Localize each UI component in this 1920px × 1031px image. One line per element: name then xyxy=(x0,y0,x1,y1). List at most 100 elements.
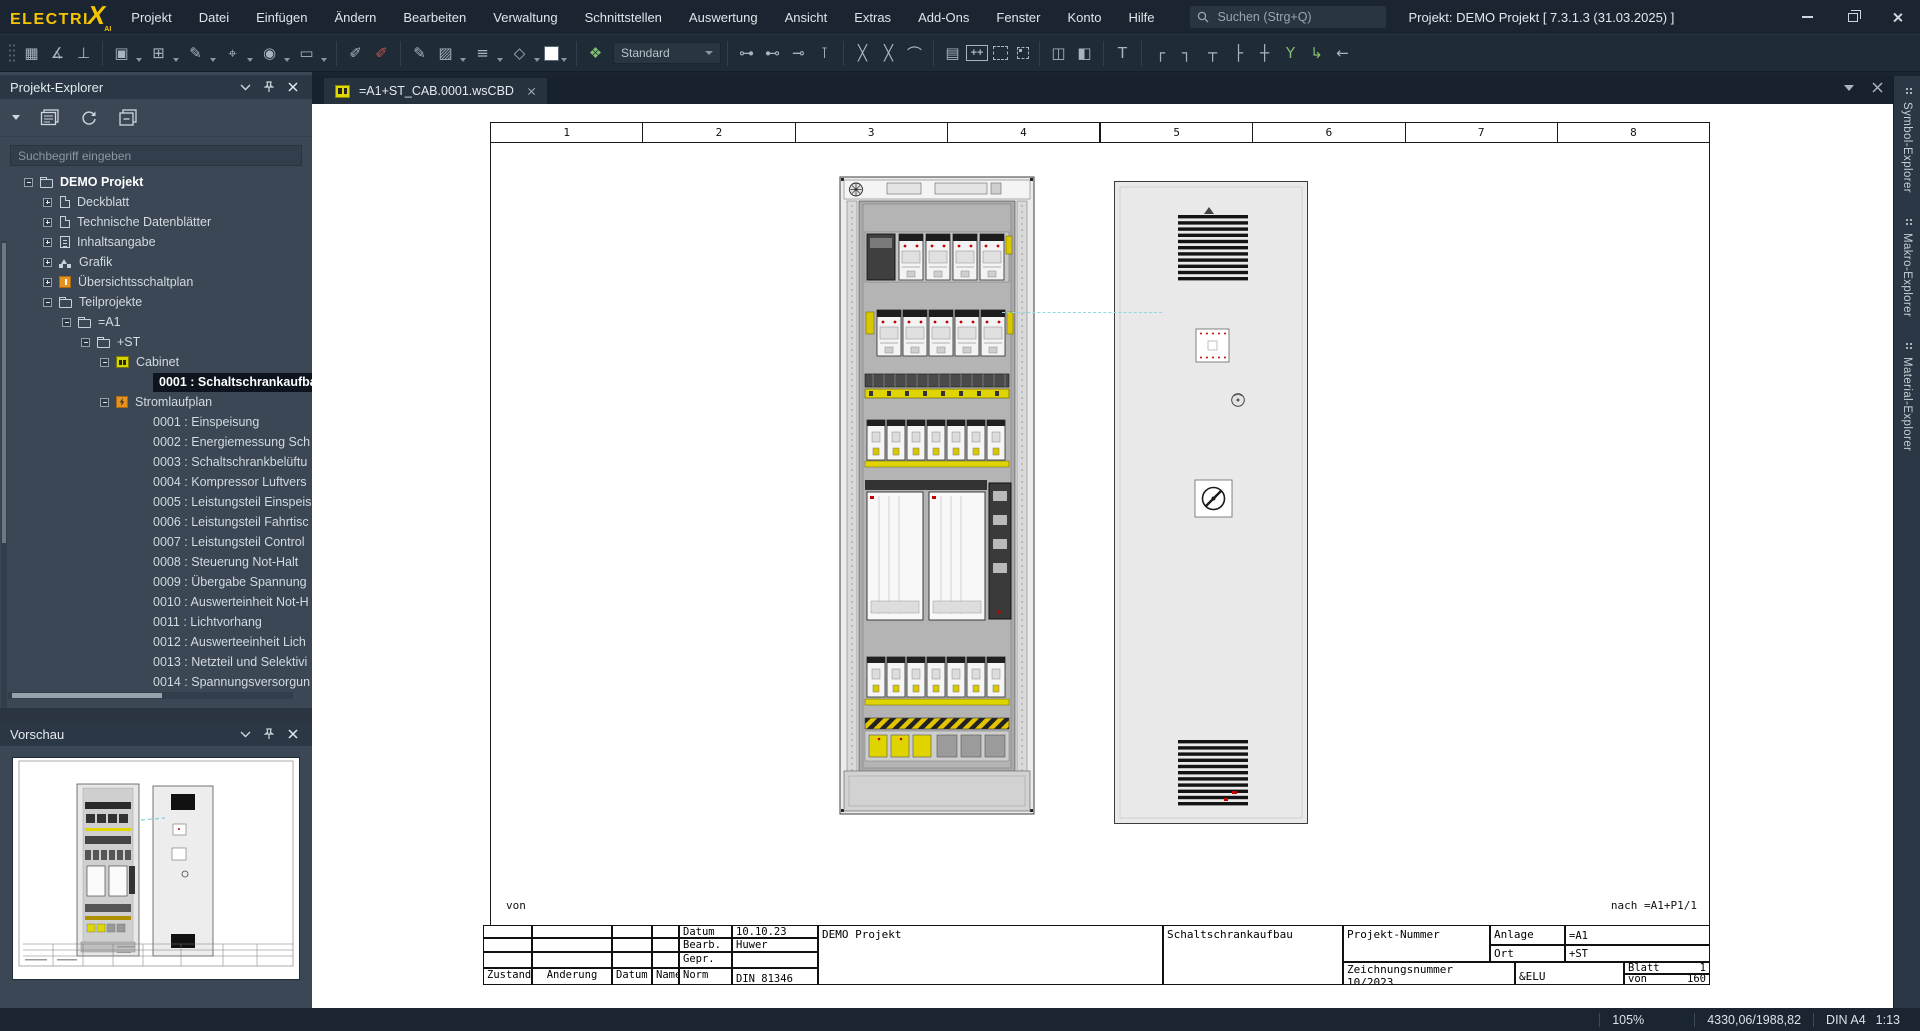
collapse-expander-icon[interactable] xyxy=(100,358,109,367)
page-insert-button[interactable]: ⊞ xyxy=(146,40,171,67)
tree-item-0001-schaltschrankaufbau[interactable]: 0001 : Schaltschrankaufbau xyxy=(8,372,312,392)
window-layout-button[interactable]: ▦ xyxy=(19,40,44,67)
arrow-left-tool-button[interactable]: ← xyxy=(1330,40,1355,67)
route-tool-button[interactable]: ↳ xyxy=(1304,40,1329,67)
dropdown-caret-icon[interactable] xyxy=(136,58,142,62)
pin-panel-button[interactable] xyxy=(260,725,278,743)
pin-panel-button[interactable] xyxy=(260,78,278,96)
tree-item-0010[interactable]: 0010 : Auswerteinheit Not-H xyxy=(8,592,312,612)
potential-pin-button[interactable]: ⊺ xyxy=(812,40,837,67)
tab-close-icon[interactable] xyxy=(527,87,536,96)
menu-fenster[interactable]: Fenster xyxy=(996,10,1040,25)
toolbar-grip[interactable] xyxy=(8,43,15,63)
tab-material-explorer[interactable]: Material-Explorer xyxy=(1894,331,1920,465)
tree-item-0004[interactable]: 0004 : Kompressor Luftvers xyxy=(8,472,312,492)
collapse-expander-icon[interactable] xyxy=(62,318,71,327)
collapse-panel-button[interactable] xyxy=(236,78,254,96)
pen-macro-button[interactable]: ✎ xyxy=(183,40,208,67)
dropdown-caret-icon[interactable] xyxy=(561,58,567,62)
tee-right-tool-button[interactable]: ├ xyxy=(1226,40,1251,67)
terminal-add-button[interactable]: ++ xyxy=(966,45,988,61)
tree-search-input[interactable] xyxy=(10,145,302,166)
tee-down-tool-button[interactable]: ┬ xyxy=(1200,40,1225,67)
format-brush-copy-button[interactable]: ✐ xyxy=(369,40,394,67)
tree-item-0005[interactable]: 0005 : Leistungsteil Einspeis xyxy=(8,492,312,512)
tree-item-inhaltsangabe[interactable]: Inhaltsangabe xyxy=(8,232,312,252)
fill-style-button[interactable]: ◇ xyxy=(507,40,532,67)
measure-button[interactable]: ∡ xyxy=(45,40,70,67)
copy-pages-button[interactable] xyxy=(118,109,138,127)
panel-splitter[interactable] xyxy=(0,708,312,722)
tree-item-st[interactable]: +ST xyxy=(8,332,312,352)
menu-bearbeiten[interactable]: Bearbeiten xyxy=(403,10,466,25)
macro-insert-button[interactable]: ▣ xyxy=(109,40,134,67)
menu-aendern[interactable]: Ändern xyxy=(334,10,376,25)
draw-pen-button[interactable]: ✎ xyxy=(407,40,432,67)
tree-horizontal-scrollbar[interactable] xyxy=(8,692,293,699)
format-brush-button[interactable]: ✐ xyxy=(343,40,368,67)
corner2-tool-button[interactable]: ┐ xyxy=(1174,40,1199,67)
dropdown-caret-icon[interactable] xyxy=(284,58,290,62)
filter-dropdown-icon[interactable] xyxy=(12,115,20,120)
layer-select[interactable]: Standard xyxy=(613,42,721,64)
close-button[interactable] xyxy=(1875,0,1920,34)
close-panel-button[interactable] xyxy=(284,725,302,743)
layers-icon[interactable]: ❖ xyxy=(583,40,608,67)
connection-end-button[interactable]: ⊷ xyxy=(760,40,785,67)
tree-vertical-scrollbar[interactable] xyxy=(1,241,7,765)
cabinet-door-view[interactable] xyxy=(1114,181,1308,824)
tree-item-a1[interactable]: =A1 xyxy=(8,312,312,332)
expand-expander-icon[interactable] xyxy=(43,258,52,267)
global-search-input[interactable] xyxy=(1215,9,1375,25)
line-width-button[interactable]: ≡ xyxy=(470,40,495,67)
expand-expander-icon[interactable] xyxy=(43,198,52,207)
tree-item-0007[interactable]: 0007 : Leistungsteil Control xyxy=(8,532,312,552)
tab-makro-explorer[interactable]: Makro-Explorer xyxy=(1894,207,1920,331)
collapse-expander-icon[interactable] xyxy=(43,298,52,307)
marquee-select-button[interactable] xyxy=(993,46,1008,60)
dropdown-caret-icon[interactable] xyxy=(210,58,216,62)
collapse-expander-icon[interactable] xyxy=(81,338,90,347)
close-panel-button[interactable] xyxy=(284,78,302,96)
tree-item-project-root[interactable]: DEMO Projekt xyxy=(8,172,312,192)
tree-item-datenblaetter[interactable]: Technische Datenblätter xyxy=(8,212,312,232)
marquee-partial-button[interactable] xyxy=(1017,47,1029,59)
probe-button[interactable]: ⊥ xyxy=(71,40,96,67)
tab-list-dropdown-icon[interactable] xyxy=(1844,85,1854,91)
viewport-button[interactable]: ◫ xyxy=(1046,40,1071,67)
tree-item-deckblatt[interactable]: Deckblatt xyxy=(8,192,312,212)
collapse-expander-icon[interactable] xyxy=(24,178,33,187)
expand-expander-icon[interactable] xyxy=(43,238,52,247)
drawing-canvas[interactable]: 1 2 3 4 5 6 7 8 xyxy=(312,104,1893,1008)
dropdown-caret-icon[interactable] xyxy=(247,58,253,62)
dropdown-caret-icon[interactable] xyxy=(497,58,503,62)
preview-thumbnail[interactable] xyxy=(12,757,300,980)
cabinet-mounting-plate[interactable] xyxy=(839,171,1035,820)
global-search[interactable] xyxy=(1190,6,1386,28)
tree-item-stromlaufplan[interactable]: Stromlaufplan xyxy=(8,392,312,412)
menu-projekt[interactable]: Projekt xyxy=(131,10,171,25)
tree-item-0003[interactable]: 0003 : Schaltschrankbelüftu xyxy=(8,452,312,472)
branch-tool-button[interactable]: Y xyxy=(1278,40,1303,67)
tree-item-0008[interactable]: 0008 : Steuerung Not-Halt xyxy=(8,552,312,572)
menu-addons[interactable]: Add-Ons xyxy=(918,10,969,25)
cross-connect-button[interactable]: ╳ xyxy=(850,40,875,67)
position-probe-button[interactable]: ⌖ xyxy=(220,40,245,67)
connection-node-button[interactable]: ⊶ xyxy=(734,40,759,67)
menu-auswertung[interactable]: Auswertung xyxy=(689,10,758,25)
close-document-icon[interactable] xyxy=(1872,82,1883,93)
tree-item-0009[interactable]: 0009 : Übergabe Spannung xyxy=(8,572,312,592)
menu-datei[interactable]: Datei xyxy=(199,10,229,25)
tree-item-0006[interactable]: 0006 : Leistungsteil Fahrtisc xyxy=(8,512,312,532)
hatch-style-button[interactable]: ▨ xyxy=(433,40,458,67)
cross-line-tool-button[interactable]: ┼ xyxy=(1252,40,1277,67)
tree-item-0002[interactable]: 0002 : Energiemessung Sch xyxy=(8,432,312,452)
expand-expander-icon[interactable] xyxy=(43,278,52,287)
scrollbar-thumb[interactable] xyxy=(12,693,162,698)
dropdown-caret-icon[interactable] xyxy=(321,58,327,62)
maximize-button[interactable] xyxy=(1830,0,1875,34)
menu-verwaltung[interactable]: Verwaltung xyxy=(493,10,557,25)
tree-item-grafik[interactable]: Grafik xyxy=(8,252,312,272)
scrollbar-thumb[interactable] xyxy=(2,243,6,543)
cross-open-button[interactable]: ╳ xyxy=(876,40,901,67)
